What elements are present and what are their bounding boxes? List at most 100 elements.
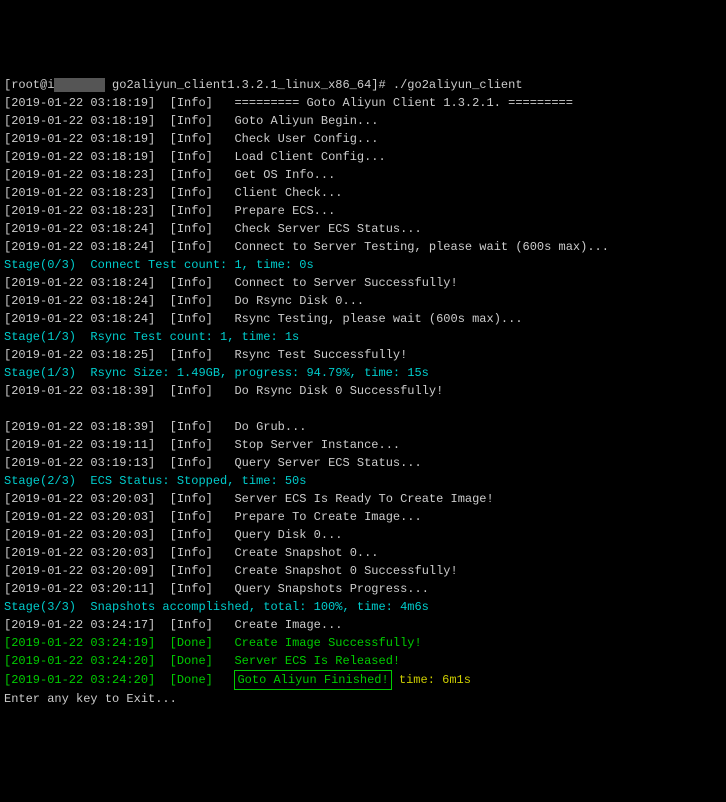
log-level: [Info] (170, 132, 213, 146)
log-message: Create Snapshot 0... (234, 546, 378, 560)
log-message: Do Rsync Disk 0... (234, 294, 364, 308)
log-level: [Info] (170, 582, 213, 596)
log-message: Server ECS Is Ready To Create Image! (234, 492, 493, 506)
log-line: [2019-01-22 03:18:19] [Info] Check User … (4, 130, 722, 148)
log-line: [2019-01-22 03:20:03] [Info] Prepare To … (4, 508, 722, 526)
log-line: [2019-01-22 03:18:25] [Info] Rsync Test … (4, 346, 722, 364)
log-line: [2019-01-22 03:18:19] [Info] ========= G… (4, 94, 722, 112)
log-message: Prepare ECS... (234, 204, 335, 218)
log-line: [2019-01-22 03:24:20] [Done] Goto Aliyun… (4, 670, 722, 690)
log-timestamp: [2019-01-22 03:18:19] (4, 96, 155, 110)
log-timestamp: [2019-01-22 03:24:20] (4, 654, 155, 668)
log-timestamp: [2019-01-22 03:19:11] (4, 438, 155, 452)
log-line: [2019-01-22 03:18:24] [Info] Do Rsync Di… (4, 292, 722, 310)
log-message: Prepare To Create Image... (234, 510, 421, 524)
log-level: [Info] (170, 114, 213, 128)
log-level: [Info] (170, 168, 213, 182)
log-line: Stage(2/3) ECS Status: Stopped, time: 50… (4, 472, 722, 490)
log-line: [2019-01-22 03:20:03] [Info] Create Snap… (4, 544, 722, 562)
log-message: Check User Config... (234, 132, 378, 146)
stage-label: Stage(3/3) (4, 600, 76, 614)
log-message: Rsync Test Successfully! (234, 348, 407, 362)
log-timestamp: [2019-01-22 03:18:24] (4, 276, 155, 290)
log-timestamp: [2019-01-22 03:18:39] (4, 384, 155, 398)
log-level: [Info] (170, 294, 213, 308)
log-line: [2019-01-22 03:20:11] [Info] Query Snaps… (4, 580, 722, 598)
log-timestamp: [2019-01-22 03:24:17] (4, 618, 155, 632)
log-level: [Info] (170, 564, 213, 578)
log-timestamp: [2019-01-22 03:20:03] (4, 492, 155, 506)
log-line: Stage(3/3) Snapshots accomplished, total… (4, 598, 722, 616)
log-level: [Info] (170, 348, 213, 362)
log-message: Get OS Info... (234, 168, 335, 182)
log-level: [Info] (170, 240, 213, 254)
log-suffix: time: 6m1s (392, 673, 471, 687)
log-line: [2019-01-22 03:18:24] [Info] Check Serve… (4, 220, 722, 238)
log-line: [2019-01-22 03:18:19] [Info] Goto Aliyun… (4, 112, 722, 130)
log-message: Load Client Config... (234, 150, 385, 164)
log-line: [2019-01-22 03:18:23] [Info] Prepare ECS… (4, 202, 722, 220)
log-message: Client Check... (234, 186, 342, 200)
log-line (4, 400, 722, 418)
log-message: Goto Aliyun Begin... (234, 114, 378, 128)
stage-message: Connect Test count: 1, time: 0s (90, 258, 313, 272)
log-timestamp: [2019-01-22 03:20:03] (4, 510, 155, 524)
stage-message: Rsync Test count: 1, time: 1s (90, 330, 299, 344)
log-message: Server ECS Is Released! (234, 654, 400, 668)
stage-label: Stage(2/3) (4, 474, 76, 488)
log-level: [Info] (170, 276, 213, 290)
stage-label: Stage(1/3) (4, 366, 76, 380)
log-timestamp: [2019-01-22 03:20:03] (4, 546, 155, 560)
log-timestamp: [2019-01-22 03:24:20] (4, 673, 155, 687)
log-timestamp: [2019-01-22 03:18:24] (4, 312, 155, 326)
log-timestamp: [2019-01-22 03:24:19] (4, 636, 155, 650)
terminal-output: [root@i go2aliyun_client1.3.2.1_linux_x8… (4, 76, 722, 708)
stage-message: Rsync Size: 1.49GB, progress: 94.79%, ti… (90, 366, 428, 380)
log-timestamp: [2019-01-22 03:19:13] (4, 456, 155, 470)
log-message: Create Image... (234, 618, 342, 632)
log-level: [Done] (170, 673, 213, 687)
log-timestamp: [2019-01-22 03:18:19] (4, 150, 155, 164)
stage-label: Stage(0/3) (4, 258, 76, 272)
log-line: [2019-01-22 03:18:23] [Info] Get OS Info… (4, 166, 722, 184)
log-level: [Info] (170, 150, 213, 164)
log-line: [2019-01-22 03:18:24] [Info] Connect to … (4, 238, 722, 256)
log-line: [2019-01-22 03:19:13] [Info] Query Serve… (4, 454, 722, 472)
log-message: ========= Goto Aliyun Client 1.3.2.1. ==… (234, 96, 572, 110)
log-level: [Info] (170, 438, 213, 452)
log-timestamp: [2019-01-22 03:18:19] (4, 132, 155, 146)
log-message: Connect to Server Testing, please wait (… (234, 240, 608, 254)
log-message: Query Snapshots Progress... (234, 582, 428, 596)
log-line: Stage(1/3) Rsync Size: 1.49GB, progress:… (4, 364, 722, 382)
log-level: [Info] (170, 492, 213, 506)
log-line: Stage(1/3) Rsync Test count: 1, time: 1s (4, 328, 722, 346)
log-line: [2019-01-22 03:18:24] [Info] Connect to … (4, 274, 722, 292)
log-level: [Info] (170, 546, 213, 560)
log-line: [2019-01-22 03:24:20] [Done] Server ECS … (4, 652, 722, 670)
log-line: Stage(0/3) Connect Test count: 1, time: … (4, 256, 722, 274)
log-level: [Info] (170, 384, 213, 398)
log-timestamp: [2019-01-22 03:18:24] (4, 240, 155, 254)
log-line: [2019-01-22 03:18:24] [Info] Rsync Testi… (4, 310, 722, 328)
log-level: [Info] (170, 456, 213, 470)
log-line: [2019-01-22 03:24:17] [Info] Create Imag… (4, 616, 722, 634)
log-timestamp: [2019-01-22 03:18:24] (4, 294, 155, 308)
log-timestamp: [2019-01-22 03:20:09] (4, 564, 155, 578)
log-level: [Done] (170, 654, 213, 668)
log-level: [Info] (170, 528, 213, 542)
exit-prompt[interactable]: Enter any key to Exit... (4, 690, 722, 708)
log-level: [Info] (170, 186, 213, 200)
log-line: [2019-01-22 03:20:03] [Info] Query Disk … (4, 526, 722, 544)
log-level: [Info] (170, 618, 213, 632)
log-message: Goto Aliyun Finished! (234, 670, 391, 690)
log-message: Do Rsync Disk 0 Successfully! (234, 384, 443, 398)
log-message: Query Server ECS Status... (234, 456, 421, 470)
log-message: Rsync Testing, please wait (600s max)... (234, 312, 522, 326)
log-message: Do Grub... (234, 420, 306, 434)
log-timestamp: [2019-01-22 03:20:03] (4, 528, 155, 542)
stage-message: Snapshots accomplished, total: 100%, tim… (90, 600, 428, 614)
log-timestamp: [2019-01-22 03:18:25] (4, 348, 155, 362)
shell-prompt[interactable]: [root@i go2aliyun_client1.3.2.1_linux_x8… (4, 76, 722, 94)
log-level: [Info] (170, 96, 213, 110)
log-timestamp: [2019-01-22 03:18:23] (4, 204, 155, 218)
